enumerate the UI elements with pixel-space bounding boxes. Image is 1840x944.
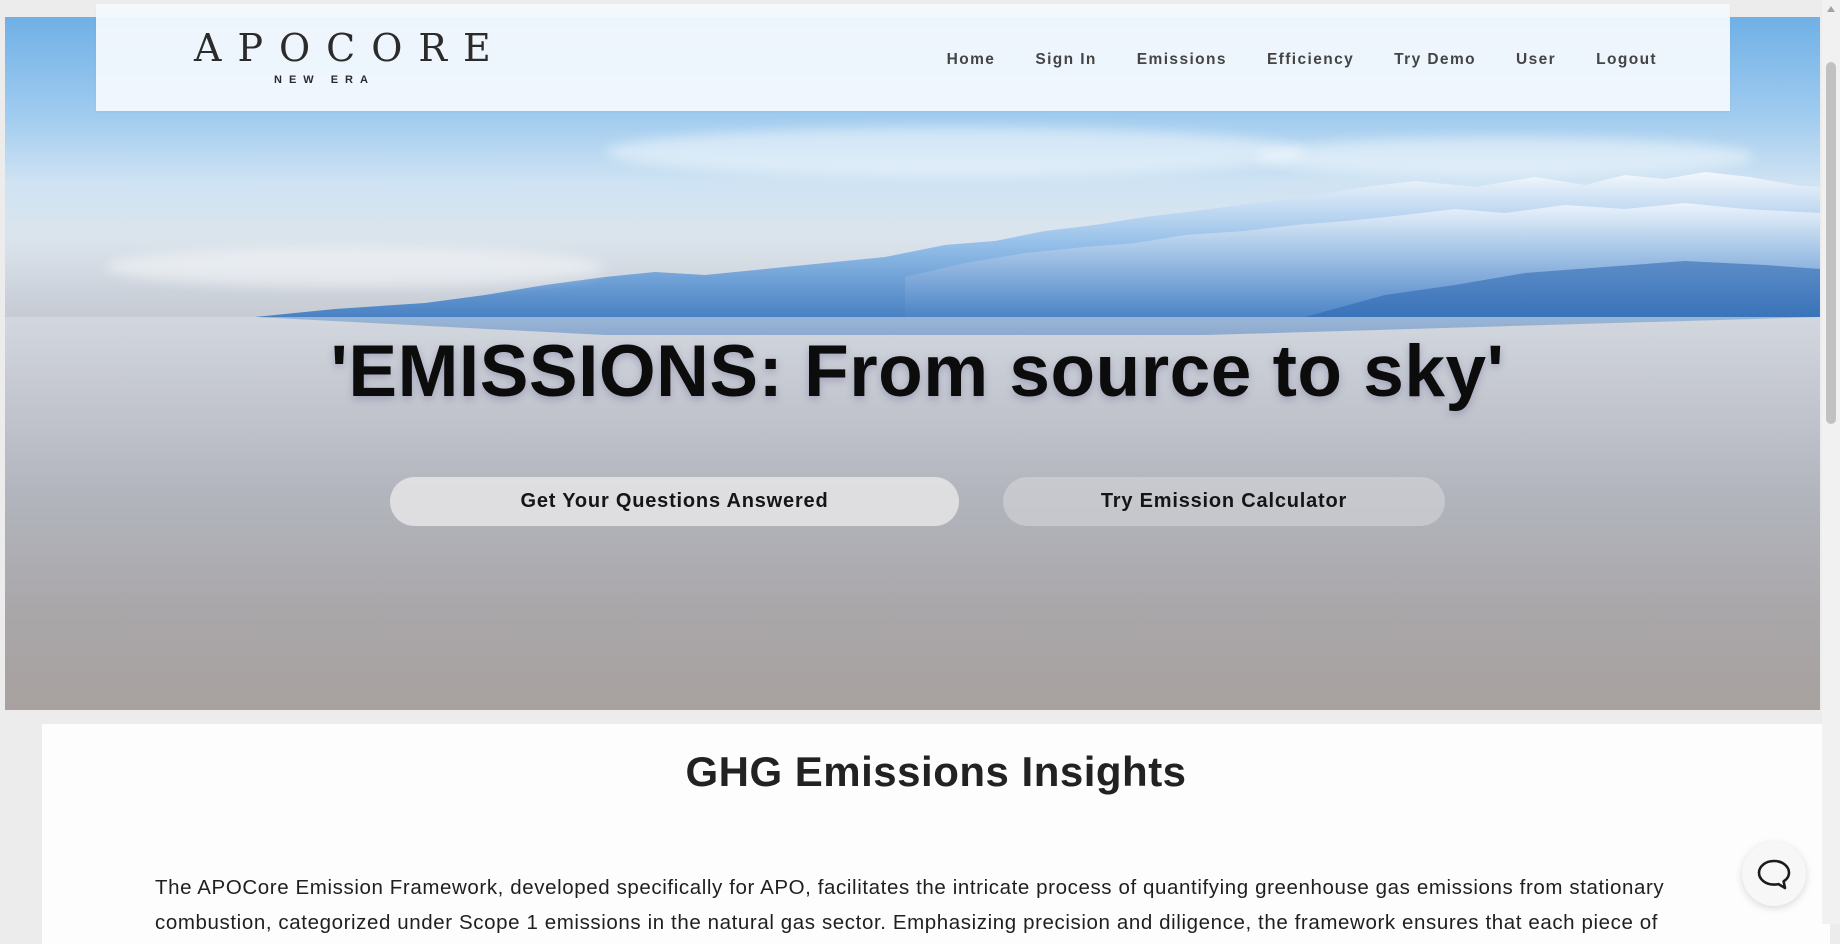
hero-headline: 'EMISSIONS: From source to sky' [330, 331, 1505, 412]
main-nav: Home Sign In Emissions Efficiency Try De… [947, 51, 1657, 69]
nav-emissions[interactable]: Emissions [1137, 51, 1227, 69]
cloud [1255, 137, 1755, 177]
insights-section: GHG Emissions Insights The APOCore Emiss… [42, 724, 1830, 944]
hero-section: 'EMISSIONS: From source to sky' Get Your… [5, 17, 1820, 710]
cloud [105, 247, 605, 287]
nav-home[interactable]: Home [947, 51, 996, 69]
get-questions-answered-button[interactable]: Get Your Questions Answered [390, 477, 959, 526]
nav-efficiency[interactable]: Efficiency [1267, 51, 1354, 69]
nav-logout[interactable]: Logout [1596, 51, 1657, 69]
chat-button[interactable] [1742, 842, 1806, 906]
scrollbar[interactable] [1822, 0, 1840, 924]
chat-bubble-icon [1757, 859, 1791, 890]
navbar: APOCORE NEW ERA Home Sign In Emissions E… [96, 4, 1730, 111]
logo-wordmark: APOCORE [194, 26, 507, 70]
logo-tagline: NEW ERA [274, 74, 375, 86]
insights-body: The APOCore Emission Framework, develope… [155, 876, 1665, 934]
nav-try-demo[interactable]: Try Demo [1394, 51, 1476, 69]
try-emission-calculator-button[interactable]: Try Emission Calculator [1003, 477, 1445, 526]
nav-sign-in[interactable]: Sign In [1035, 51, 1096, 69]
scroll-up-arrow-icon[interactable] [1827, 6, 1835, 12]
scrollbar-thumb[interactable] [1826, 62, 1836, 424]
insights-title: GHG Emissions Insights [685, 748, 1187, 795]
nav-user[interactable]: User [1516, 51, 1556, 69]
logo[interactable]: APOCORE NEW ERA [194, 26, 491, 88]
cloud [605, 127, 1305, 177]
